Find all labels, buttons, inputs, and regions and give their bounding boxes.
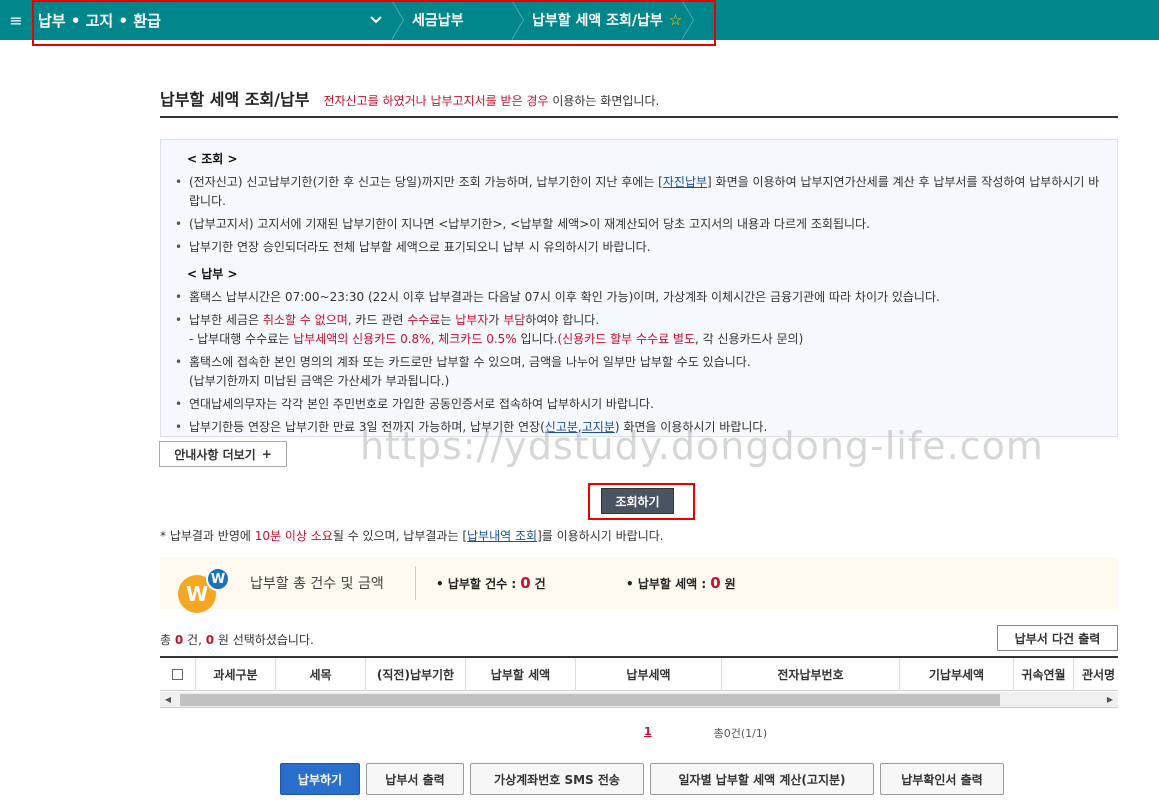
page-title: 납부할 세액 조회/납부 bbox=[160, 90, 310, 109]
column-header: 전자납부번호 bbox=[722, 658, 900, 691]
link-payment-history[interactable]: 납부내역 조회 bbox=[467, 529, 537, 543]
list-item: 납부한 세금은 취소할 수 없으며, 카드 관련 수수료는 납부자가 부담하여야… bbox=[171, 311, 1103, 349]
summary-count: • 납부할 건수 :0건 bbox=[436, 574, 546, 592]
column-header: 관서명 bbox=[1074, 658, 1118, 691]
selection-total: 총 0 건, 0 원 선택하셨습니다. bbox=[160, 633, 314, 647]
scrollbar-thumb[interactable] bbox=[180, 693, 1000, 706]
list-item: 홈택스에 접속한 본인 명의의 계좌 또는 카드로만 납부할 수 있으며, 금액… bbox=[171, 353, 1103, 391]
daily-calc-button[interactable]: 일자별 납부할 세액 계산(고지분) bbox=[650, 763, 874, 795]
breadcrumb-separator bbox=[391, 0, 406, 40]
horizontal-scrollbar[interactable]: ◀ ▶ bbox=[160, 692, 1118, 708]
action-buttons: 납부하기 납부서 출력 가상계좌번호 SMS 전송 일자별 납부할 세액 계산(… bbox=[280, 763, 1004, 795]
column-header: 기납부세액 bbox=[900, 658, 1014, 691]
watermark: https://ydstudy.dongdong-life.com bbox=[360, 424, 1044, 468]
breadcrumb-current-page[interactable]: 납부할 세액 조회/납부 ☆ bbox=[526, 0, 682, 40]
plus-icon: + bbox=[261, 447, 272, 461]
page-subtitle: 전자신고를 하였거나 납부고지서를 받은 경우 이용하는 화면입니다. bbox=[323, 94, 660, 108]
breadcrumb-main-menu[interactable]: 납부 • 고지 • 환급 bbox=[32, 0, 392, 40]
payment-summary: W W 납부할 총 건수 및 금액 • 납부할 건수 :0건 • 납부할 세액 … bbox=[160, 557, 1118, 613]
column-header: (직전)납부기한 bbox=[366, 658, 466, 691]
payment-confirm-button[interactable]: 납부확인서 출력 bbox=[880, 763, 1004, 795]
chevron-down-icon[interactable] bbox=[370, 13, 382, 28]
more-notice-button[interactable]: 안내사항 더보기 + bbox=[159, 441, 287, 467]
sms-account-button[interactable]: 가상계좌번호 SMS 전송 bbox=[470, 763, 644, 795]
summary-amount: • 납부할 세액 :0원 bbox=[626, 574, 736, 592]
favorite-star-icon[interactable]: ☆ bbox=[669, 11, 682, 29]
section-title-payment: < 납부 > bbox=[187, 267, 238, 281]
breadcrumb-current-label: 납부할 세액 조회/납부 bbox=[532, 13, 663, 29]
section-title-inquiry: < 조회 > bbox=[187, 152, 238, 166]
print-multiple-button[interactable]: 납부서 다건 출력 bbox=[997, 625, 1118, 651]
pagination: 1 총0건(1/1) bbox=[644, 725, 767, 741]
query-button[interactable]: 조회하기 bbox=[601, 488, 674, 514]
print-bill-button[interactable]: 납부서 출력 bbox=[366, 763, 464, 795]
table-header: 과세구분 세목 (직전)납부기한 납부할 세액 납부세액 전자납부번호 기납부세… bbox=[160, 658, 1118, 691]
pay-button[interactable]: 납부하기 bbox=[280, 763, 360, 795]
column-header: 과세구분 bbox=[196, 658, 276, 691]
link-self-payment[interactable]: 자진납부 bbox=[663, 175, 707, 189]
scroll-right-icon[interactable]: ▶ bbox=[1102, 692, 1118, 708]
column-header: 납부할 세액 bbox=[466, 658, 576, 691]
payment-result-note: * 납부결과 반영에 10분 이상 소요될 수 있으며, 납부결과는 [납부내역… bbox=[160, 529, 664, 543]
breadcrumb-tax-payment[interactable]: 세금납부 bbox=[406, 0, 512, 40]
column-header: 귀속연월 bbox=[1014, 658, 1074, 691]
top-nav-bar: ≡ 납부 • 고지 • 환급 세금납부 납부할 세액 조회/납부 ☆ bbox=[0, 0, 1159, 40]
page-link-current[interactable]: 1 bbox=[644, 725, 652, 741]
breadcrumb-separator bbox=[681, 0, 696, 40]
scroll-left-icon[interactable]: ◀ bbox=[160, 692, 176, 708]
notice-box: < 조회 > (전자신고) 신고납부기한(기한 후 신고는 당일)까지만 조회 … bbox=[160, 139, 1118, 437]
list-item: (전자신고) 신고납부기한(기한 후 신고는 당일)까지만 조회 가능하며, 납… bbox=[171, 173, 1103, 211]
hamburger-menu-icon[interactable]: ≡ bbox=[0, 0, 32, 40]
column-header: 납부세액 bbox=[576, 658, 722, 691]
page-title-row: 납부할 세액 조회/납부 전자신고를 하였거나 납부고지서를 받은 경우 이용하… bbox=[160, 86, 1118, 118]
list-item: 연대납세의무자는 각각 본인 주민번호로 가입한 공동인증서로 접속하여 납부하… bbox=[171, 395, 1103, 414]
wetax-logo-icon: W W bbox=[160, 557, 240, 613]
select-all-cell bbox=[160, 658, 196, 691]
list-item: 납부기한 연장 승인되더라도 전체 납부할 세액으로 표기되오니 납부 시 유의… bbox=[171, 238, 1103, 257]
list-item: 홈택스 납부시간은 07:00~23:30 (22시 이후 납부결과는 다음날 … bbox=[171, 288, 1103, 307]
list-item: (납부고지서) 고지서에 기재된 납부기한이 지나면 <납부기한>, <납부할 … bbox=[171, 215, 1103, 234]
summary-label: 납부할 총 건수 및 금액 bbox=[250, 566, 416, 600]
page-count: 총0건(1/1) bbox=[713, 727, 768, 740]
breadcrumb-separator bbox=[511, 0, 526, 40]
column-header: 세목 bbox=[276, 658, 366, 691]
breadcrumb-main-label: 납부 • 고지 • 환급 bbox=[38, 11, 161, 30]
payment-table: 과세구분 세목 (직전)납부기한 납부할 세액 납부세액 전자납부번호 기납부세… bbox=[160, 656, 1118, 708]
select-all-checkbox[interactable] bbox=[172, 669, 183, 680]
